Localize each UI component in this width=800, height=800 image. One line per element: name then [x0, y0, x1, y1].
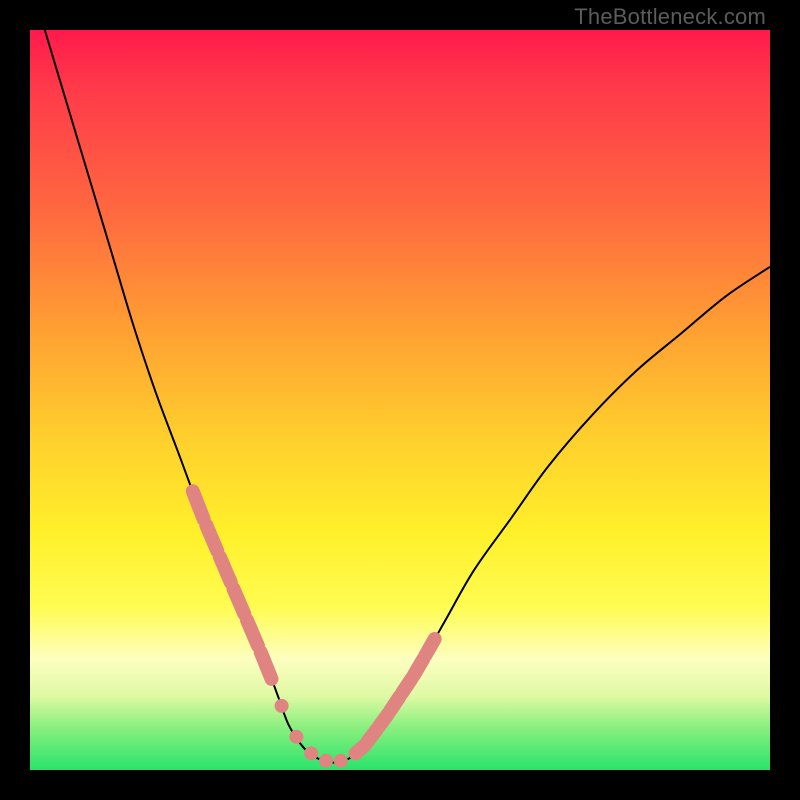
- marker-cluster: [193, 491, 435, 767]
- watermark-text: TheBottleneck.com: [574, 4, 766, 30]
- chart-frame: TheBottleneck.com: [0, 0, 800, 800]
- curve-svg: [30, 30, 770, 770]
- plot-area: [30, 30, 770, 770]
- bottleneck-curve: [45, 30, 770, 763]
